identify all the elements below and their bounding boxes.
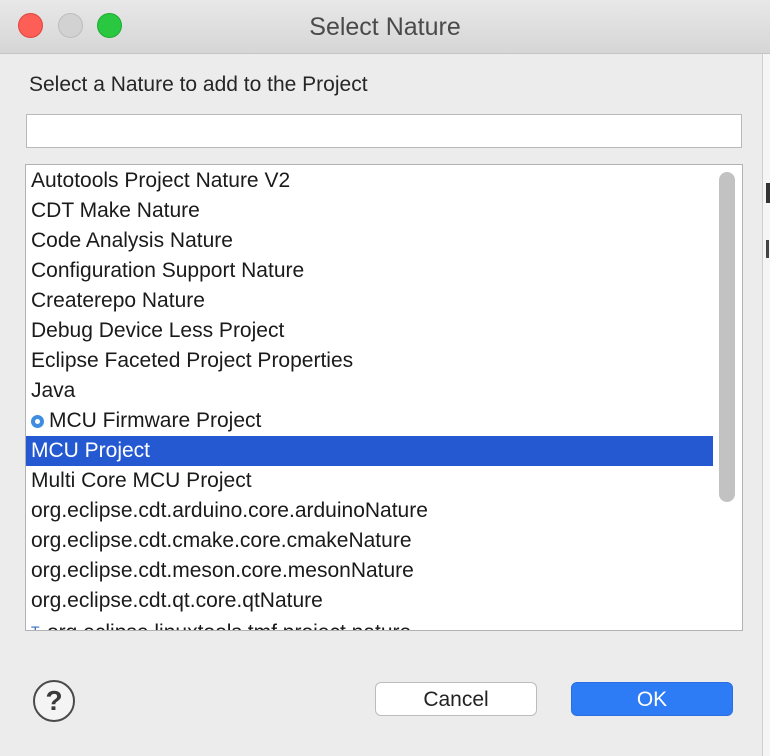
list-item[interactable]: Debug Device Less Project (26, 316, 713, 346)
background-text-fragment (766, 183, 770, 203)
list-item[interactable]: org.eclipse.cdt.meson.core.mesonNature (26, 556, 713, 586)
list-item[interactable]: Autotools Project Nature V2 (26, 166, 713, 196)
list-item[interactable]: Java (26, 376, 713, 406)
list-item-label: org.eclipse.cdt.qt.core.qtNature (31, 589, 323, 612)
list-item[interactable]: org.eclipse.cdt.qt.core.qtNature (26, 586, 713, 616)
ok-button[interactable]: OK (571, 682, 733, 716)
list-item[interactable]: Code Analysis Nature (26, 226, 713, 256)
list-item-label: MCU Project (31, 439, 151, 462)
list-item[interactable]: MCU Firmware Project (26, 406, 713, 436)
list-item[interactable]: org.eclipse.cdt.cmake.core.cmakeNature (26, 526, 713, 556)
list-item-label: org.eclipse.cdt.arduino.core.arduinoNatu… (31, 499, 428, 522)
list-item[interactable]: Eclipse Faceted Project Properties (26, 346, 713, 376)
list-item[interactable]: MCU Project (26, 436, 713, 466)
list-item-label: Autotools Project Nature V2 (31, 169, 291, 192)
list-item-label: Multi Core MCU Project (31, 469, 252, 492)
list-item[interactable]: Configuration Support Nature (26, 256, 713, 286)
title-bar: Select Nature (0, 0, 770, 54)
list-item[interactable]: CDT Make Nature (26, 196, 713, 226)
nature-list[interactable]: Autotools Project Nature V2 CDT Make Natu… (25, 164, 743, 631)
background-text-fragment (766, 240, 769, 258)
list-item-label: Java (31, 379, 76, 402)
list-item-label: MCU Firmware Project (49, 409, 262, 432)
dialog-prompt: Select a Nature to add to the Project (29, 73, 368, 96)
list-item-label: org.eclipse.cdt.meson.core.mesonNature (31, 559, 414, 582)
list-item[interactable]: Torg.eclipse.linuxtools.tmf.project.natu… (26, 616, 713, 631)
filter-input[interactable] (26, 114, 742, 148)
list-scrollbar[interactable] (719, 172, 735, 502)
mcu-nature-icon (31, 415, 44, 428)
cancel-button[interactable]: Cancel (375, 682, 537, 716)
window-title: Select Nature (309, 13, 461, 41)
help-icon[interactable]: ? (33, 680, 75, 722)
tmf-nature-icon: T (31, 623, 40, 631)
list-item[interactable]: org.eclipse.cdt.arduino.core.arduinoNatu… (26, 496, 713, 526)
list-item-label: Code Analysis Nature (31, 229, 233, 252)
list-item-label: org.eclipse.linuxtools.tmf.project.natur… (47, 621, 411, 630)
background-window-edge (762, 54, 770, 756)
list-item-label: org.eclipse.cdt.cmake.core.cmakeNature (31, 529, 412, 552)
list-item-label: Debug Device Less Project (31, 319, 285, 342)
list-item-label: Configuration Support Nature (31, 259, 305, 282)
list-item[interactable]: Createrepo Nature (26, 286, 713, 316)
list-item[interactable]: Multi Core MCU Project (26, 466, 713, 496)
list-item-label: Eclipse Faceted Project Properties (31, 349, 354, 372)
list-item-label: Createrepo Nature (31, 289, 205, 312)
list-item-label: CDT Make Nature (31, 199, 200, 222)
